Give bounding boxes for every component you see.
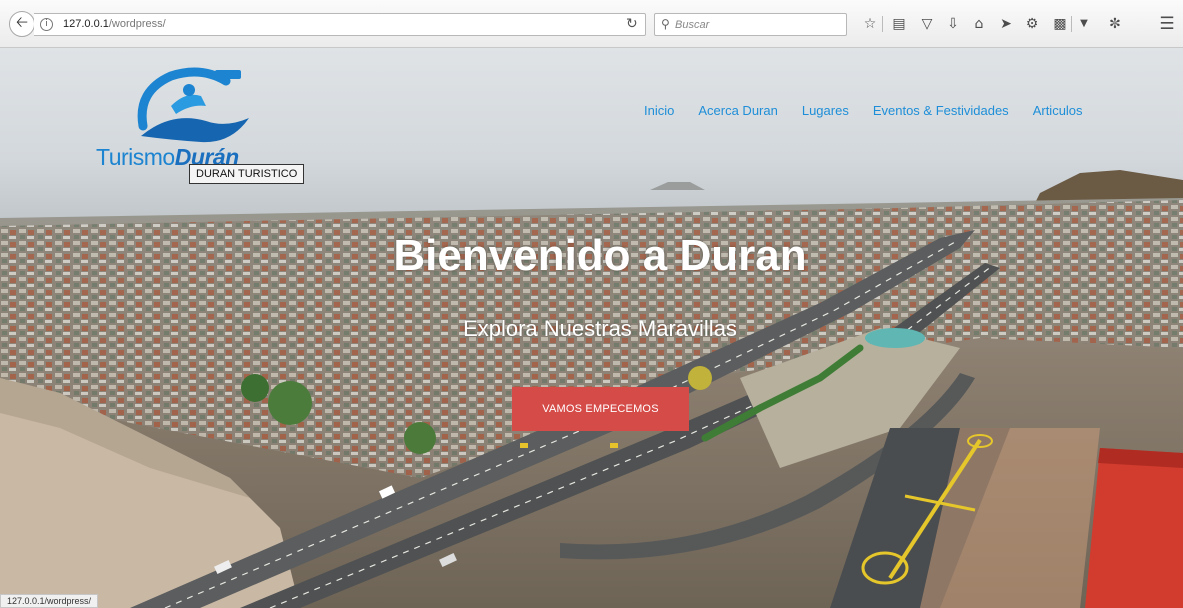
reload-icon[interactable]: ↻ (626, 16, 638, 32)
url-host: 127.0.0.1 (63, 18, 109, 30)
back-icon[interactable]: 🡠 (9, 11, 35, 37)
nav-item-articulos[interactable]: Articulos (1033, 103, 1083, 118)
menu-icon[interactable]: ☰ (1158, 15, 1176, 33)
clipboard-icon[interactable]: ▩ (1051, 15, 1069, 33)
distant-hill (650, 182, 705, 190)
dropdown-icon[interactable]: ▼ (1075, 15, 1093, 33)
cta-button[interactable]: VAMOS EMPECEMOS (512, 387, 689, 431)
address-bar[interactable]: i 127.0.0.1/wordpress/ ↻ (34, 13, 646, 36)
logo-emblem-icon (137, 67, 249, 143)
nav-item-lugares[interactable]: Lugares (802, 103, 849, 118)
send-icon[interactable]: ➤ (997, 15, 1015, 33)
hero-subtitle: Explora Nuestras Maravillas (463, 316, 737, 341)
toolbar-separator (882, 16, 883, 32)
url-text: 127.0.0.1/wordpress/ (63, 18, 166, 30)
search-icon: ⚲ (661, 17, 670, 31)
toolbar-separator (1071, 16, 1072, 32)
main-navigation: Inicio Acerca Duran Lugares Eventos & Fe… (644, 103, 1083, 118)
download-icon[interactable]: ⇩ (944, 15, 962, 33)
extension-icon[interactable]: ⚙ (1023, 15, 1041, 33)
search-bar[interactable]: ⚲ (654, 13, 847, 36)
nav-item-inicio[interactable]: Inicio (644, 103, 674, 118)
bookmark-star-icon[interactable]: ☆ (861, 15, 879, 33)
web-page: TurismoDurán DURAN TURISTICO Inicio Acer… (0, 48, 1183, 608)
search-input[interactable] (675, 17, 840, 33)
home-icon[interactable]: ⌂ (970, 15, 988, 33)
red-roof-building (1085, 448, 1183, 608)
reading-list-icon[interactable]: ▤ (890, 15, 908, 33)
info-icon[interactable]: i (40, 18, 53, 31)
hero-title: Bienvenido a Duran (393, 231, 807, 280)
puzzle-icon[interactable]: ✼ (1106, 15, 1124, 33)
status-bar-url: 127.0.0.1/wordpress/ (0, 594, 99, 608)
logo-text-light: Turismo (96, 144, 175, 170)
url-path: /wordpress/ (108, 18, 166, 30)
site-tagline: DURAN TURISTICO (189, 164, 305, 184)
browser-toolbar: 🡠 i 127.0.0.1/wordpress/ ↻ ⚲ ☆ ▤ ▽ ⇩ ⌂ ➤… (0, 0, 1183, 48)
nav-item-acerca-duran[interactable]: Acerca Duran (698, 103, 777, 118)
pocket-icon[interactable]: ▽ (918, 15, 936, 33)
nav-item-eventos-festividades[interactable]: Eventos & Festividades (873, 103, 1009, 118)
